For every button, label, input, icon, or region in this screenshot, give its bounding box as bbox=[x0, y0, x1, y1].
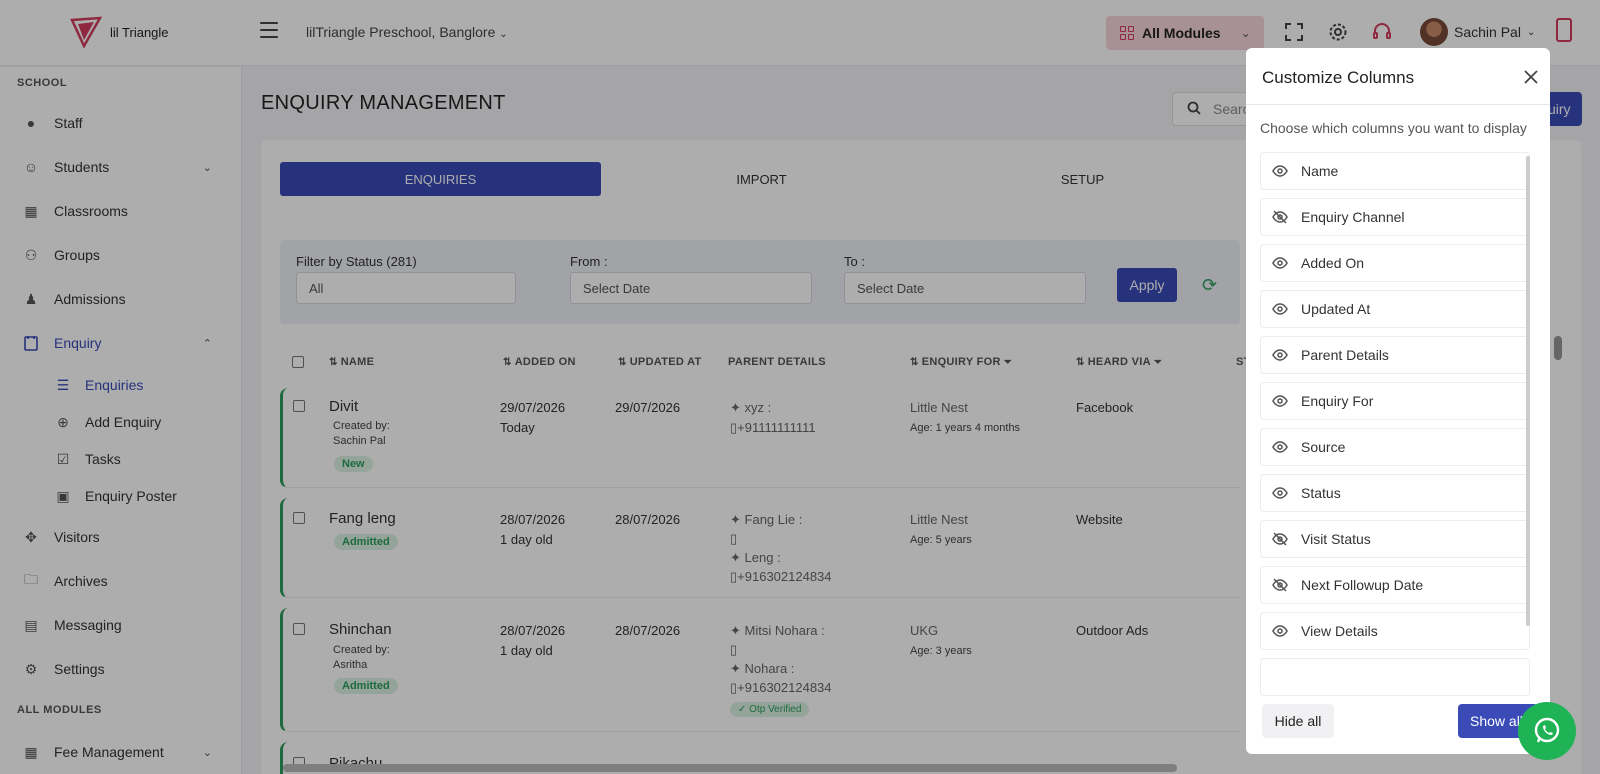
column-toggle-next-followup-date[interactable]: Next Followup Date bbox=[1260, 566, 1530, 604]
column-toggle-name[interactable]: Name bbox=[1260, 152, 1530, 190]
column-toggle-label: Status bbox=[1301, 485, 1341, 501]
column-toggle-enquiry-channel[interactable]: Enquiry Channel bbox=[1260, 198, 1530, 236]
column-toggle-added-on[interactable]: Added On bbox=[1260, 244, 1530, 282]
column-toggle-label: View Details bbox=[1301, 623, 1378, 639]
column-toggle-visit-status[interactable]: Visit Status bbox=[1260, 520, 1530, 558]
column-toggle-label: Enquiry For bbox=[1301, 393, 1374, 409]
column-toggle-parent-details[interactable]: Parent Details bbox=[1260, 336, 1530, 374]
eye-icon bbox=[1271, 254, 1289, 272]
close-icon[interactable] bbox=[1522, 68, 1540, 86]
whatsapp-chat-icon[interactable] bbox=[1518, 702, 1576, 760]
eye-icon bbox=[1271, 438, 1289, 456]
column-list: Name Enquiry Channel Added On Updated At… bbox=[1260, 152, 1536, 710]
eye-icon bbox=[1271, 484, 1289, 502]
eye-off-icon bbox=[1271, 576, 1289, 594]
column-toggle-label: Updated At bbox=[1301, 301, 1371, 317]
page-scrollbar[interactable] bbox=[1554, 336, 1562, 360]
column-list-scrollbar[interactable] bbox=[1526, 156, 1530, 626]
column-toggle-label: Added On bbox=[1301, 255, 1365, 271]
customize-columns-dialog: Customize Columns Choose which columns y… bbox=[1246, 48, 1550, 754]
hide-all-button[interactable]: Hide all bbox=[1262, 704, 1334, 738]
column-toggle-label: Name bbox=[1301, 163, 1339, 179]
column-toggle-label: Parent Details bbox=[1301, 347, 1389, 363]
divider bbox=[1246, 104, 1550, 105]
dialog-subtitle: Choose which columns you want to display bbox=[1260, 120, 1527, 136]
eye-icon bbox=[1271, 346, 1289, 364]
eye-icon bbox=[1271, 162, 1289, 180]
eye-icon bbox=[1271, 392, 1289, 410]
eye-off-icon bbox=[1271, 530, 1289, 548]
eye-icon bbox=[1271, 300, 1289, 318]
column-toggle-enquiry-for[interactable]: Enquiry For bbox=[1260, 382, 1530, 420]
column-toggle-view-details[interactable]: View Details bbox=[1260, 612, 1530, 650]
eye-icon bbox=[1271, 622, 1289, 640]
column-toggle-label: Next Followup Date bbox=[1301, 577, 1424, 593]
dialog-title: Customize Columns bbox=[1262, 68, 1415, 87]
column-toggle-label: Enquiry Channel bbox=[1301, 209, 1405, 225]
column-toggle-status[interactable]: Status bbox=[1260, 474, 1530, 512]
column-toggle-partial[interactable] bbox=[1260, 658, 1530, 696]
eye-off-icon bbox=[1271, 208, 1289, 226]
column-toggle-label: Source bbox=[1301, 439, 1346, 455]
column-toggle-label: Visit Status bbox=[1301, 531, 1371, 547]
column-toggle-source[interactable]: Source bbox=[1260, 428, 1530, 466]
column-toggle-updated-at[interactable]: Updated At bbox=[1260, 290, 1530, 328]
